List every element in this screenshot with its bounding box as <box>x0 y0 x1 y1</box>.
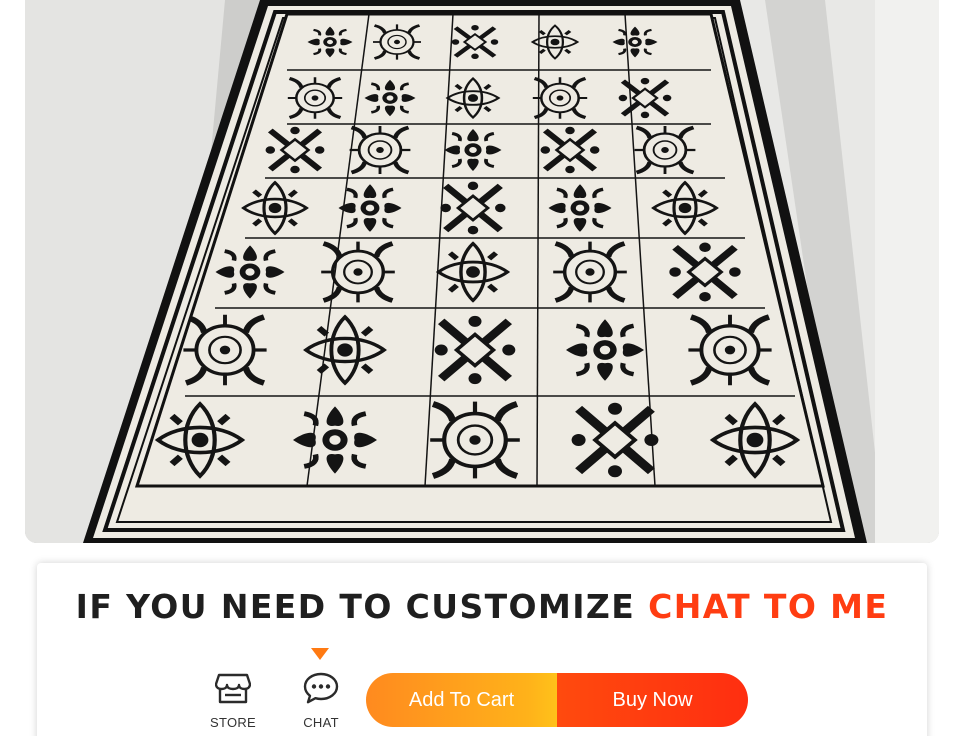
customize-headline: IF YOU NEED TO CUSTOMIZE CHAT TO ME <box>37 587 927 626</box>
chat-bubble-icon <box>303 672 339 704</box>
chat-label: CHAT <box>303 715 339 730</box>
customize-banner: IF YOU NEED TO CUSTOMIZE CHAT TO ME STOR… <box>37 563 927 736</box>
product-page: IF YOU NEED TO CUSTOMIZE CHAT TO ME STOR… <box>0 0 960 736</box>
store-label: STORE <box>209 715 257 730</box>
chat-pointer-arrow-icon <box>311 648 329 660</box>
purchase-buttons: Add To Cart Buy Now <box>366 673 748 727</box>
store-icon <box>215 673 251 704</box>
chat-button[interactable]: CHAT <box>286 671 356 731</box>
add-to-cart-button[interactable]: Add To Cart <box>366 673 557 727</box>
buy-now-button[interactable]: Buy Now <box>557 673 748 727</box>
product-image <box>25 0 939 543</box>
headline-text: IF YOU NEED TO CUSTOMIZE <box>75 587 649 626</box>
headline-accent-text: CHAT TO ME <box>648 587 889 626</box>
store-button[interactable]: STORE <box>198 671 268 731</box>
rug-photo <box>25 0 939 543</box>
